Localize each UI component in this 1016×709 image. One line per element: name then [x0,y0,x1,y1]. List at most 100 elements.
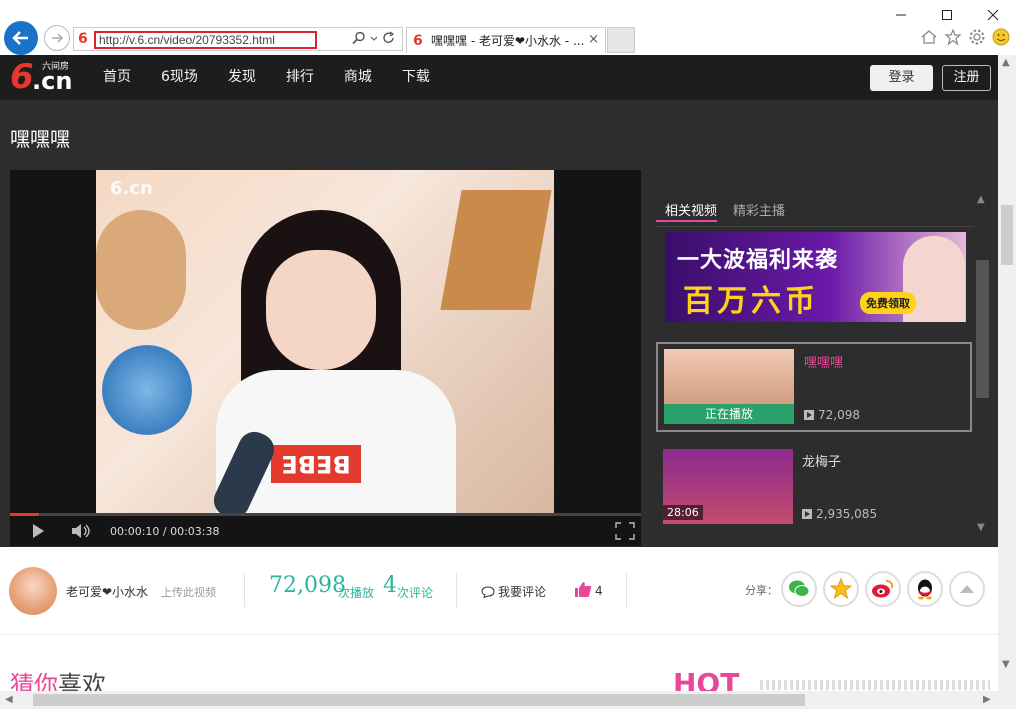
volume-icon[interactable] [70,523,92,539]
nav-ranking[interactable]: 排行 [286,55,314,100]
card-views: 2,935,085 [802,507,877,521]
share-weibo-button[interactable] [865,571,901,607]
tab-close-icon[interactable]: × [588,32,599,47]
tab-favicon-icon: 6 [413,32,423,49]
nav-live[interactable]: 6现场 [161,55,198,100]
decor-tree [102,345,192,435]
time-display: 00:00:10 / 00:03:38 [110,525,220,538]
back-button[interactable] [4,21,38,55]
browser-chrome: 6 http://v.6.cn/video/20793352.html 6 嘿嘿… [0,0,1016,55]
card-title: 龙梅子 [802,455,842,470]
gear-icon[interactable] [968,28,986,46]
page-hscroll-thumb[interactable] [33,694,805,706]
nav-download[interactable]: 下载 [402,55,430,100]
scroll-up-icon[interactable]: ▲ [977,194,985,205]
smiley-icon[interactable] [992,28,1010,46]
related-video-card[interactable]: 28:06 龙梅子 2,935,085 [656,443,972,533]
related-sidebar: 相关视频 精彩主播 一大波福利来袭 百万六币 免费领取 正在播放 嘿嘿嘿 72,… [656,192,991,547]
forward-button[interactable] [44,25,70,51]
maximize-icon [942,10,952,20]
star-icon[interactable] [944,28,962,46]
chevron-down-icon[interactable] [370,31,378,45]
close-window-button[interactable] [970,0,1016,30]
giraffe-shape [440,190,552,310]
divider [244,573,245,607]
address-tools [352,31,396,45]
scroll-left-icon[interactable]: ◀ [5,694,13,705]
maximize-button[interactable] [924,0,970,30]
share-wechat-button[interactable] [781,571,817,607]
video-player[interactable]: BEBE 6.cn 00:00:10 / 00:03:38 [10,170,641,546]
scroll-down-icon[interactable]: ▼ [977,522,985,533]
page-vertical-scrollbar[interactable]: ▲ ▼ [998,55,1016,693]
sidebar-tabs: 相关视频 精彩主播 [656,192,801,222]
weibo-icon [872,580,894,598]
nav-discover[interactable]: 发现 [228,55,256,100]
avatar[interactable] [9,567,57,615]
share-label: 分享： [745,584,778,597]
close-icon [987,9,999,21]
play-count-icon [802,509,812,519]
thumbs-up-icon [575,582,592,597]
browser-tab-active[interactable]: 6 嘿嘿嘿 - 老可爱❤小水水 - ... × [406,27,606,53]
scroll-up-icon[interactable]: ▲ [1002,57,1010,68]
write-comment-button[interactable]: 我要评论 [481,583,546,600]
video-watermark: 6.cn [110,178,153,199]
home-icon[interactable] [920,28,938,46]
back-to-top-button[interactable] [949,571,985,607]
url-text[interactable]: http://v.6.cn/video/20793352.html [94,31,317,49]
like-count: 4 [595,584,603,598]
fullscreen-icon[interactable] [615,522,635,540]
nav-store[interactable]: 商城 [344,55,372,100]
like-button[interactable]: 4 [574,581,603,598]
scroll-down-icon[interactable]: ▼ [1002,659,1010,670]
new-tab-button[interactable] [607,27,635,53]
sidebar-scrollbar[interactable]: ▲ ▼ [974,192,991,547]
tab-featured-hosts[interactable]: 精彩主播 [733,192,785,222]
related-video-card[interactable]: 正在播放 嘿嘿嘿 72,098 [656,342,972,432]
share-qzone-button[interactable] [823,571,859,607]
minimize-icon [896,14,906,16]
scrollbar-corner [998,691,1016,709]
minimize-button[interactable] [878,0,924,30]
tab-title: 嘿嘿嘿 - 老可爱❤小水水 - ... [431,34,585,48]
browser-toolbar-right [920,28,1010,46]
play-icon[interactable] [30,523,46,539]
card-views: 72,098 [804,408,860,422]
nav-home[interactable]: 首页 [103,55,131,100]
site-nav: 首页 6现场 发现 排行 商城 下载 [103,55,460,100]
logo-sub: 六间房 [42,62,70,72]
play-count-icon [804,410,814,420]
register-button[interactable]: 注册 [942,65,991,91]
banner-line2: 百万六币 [683,284,819,319]
share-qq-button[interactable] [907,571,943,607]
page-scroll-thumb[interactable] [1001,205,1013,265]
sidebar-scroll-thumb[interactable] [976,260,989,398]
site-page: 6 .cn 六间房 首页 6现场 发现 排行 商城 下载 登录 注册 嘿嘿嘿 B… [0,55,998,695]
search-icon[interactable] [352,31,366,45]
promo-banner[interactable]: 一大波福利来袭 百万六币 免费领取 [665,232,966,322]
upload-label: 上传此视频 [161,586,216,599]
comment-count: 4 [383,573,397,598]
window-controls [878,0,1016,30]
address-bar[interactable]: 6 http://v.6.cn/video/20793352.html [73,27,403,51]
card-views-value: 72,098 [818,408,860,422]
site-favicon-icon: 6 [78,31,88,47]
refresh-icon[interactable] [382,31,396,45]
uploader-name[interactable]: 老可爱❤小水水 [66,583,148,600]
scroll-right-icon[interactable]: ▶ [983,694,991,705]
arrow-left-icon [12,31,28,45]
player-controls: 00:00:10 / 00:03:38 [10,516,641,546]
page-title: 嘿嘿嘿 [10,127,70,151]
video-duration: 28:06 [663,505,703,520]
site-logo[interactable]: 6 .cn 六间房 [10,57,80,97]
comment-bubble-icon [481,586,495,599]
video-thumbnail: 28:06 [663,449,793,524]
divider [456,573,457,607]
video-info-bar: 老可爱❤小水水 上传此视频 72,098 次播放 4 次评论 我要评论 4 分享… [0,547,998,635]
login-button[interactable]: 登录 [870,65,933,91]
page-horizontal-scrollbar[interactable]: ◀ ▶ [0,691,998,709]
tab-related-videos[interactable]: 相关视频 [656,192,718,222]
card-title: 嘿嘿嘿 [804,356,844,371]
video-frame[interactable]: BEBE 6.cn [96,170,554,513]
